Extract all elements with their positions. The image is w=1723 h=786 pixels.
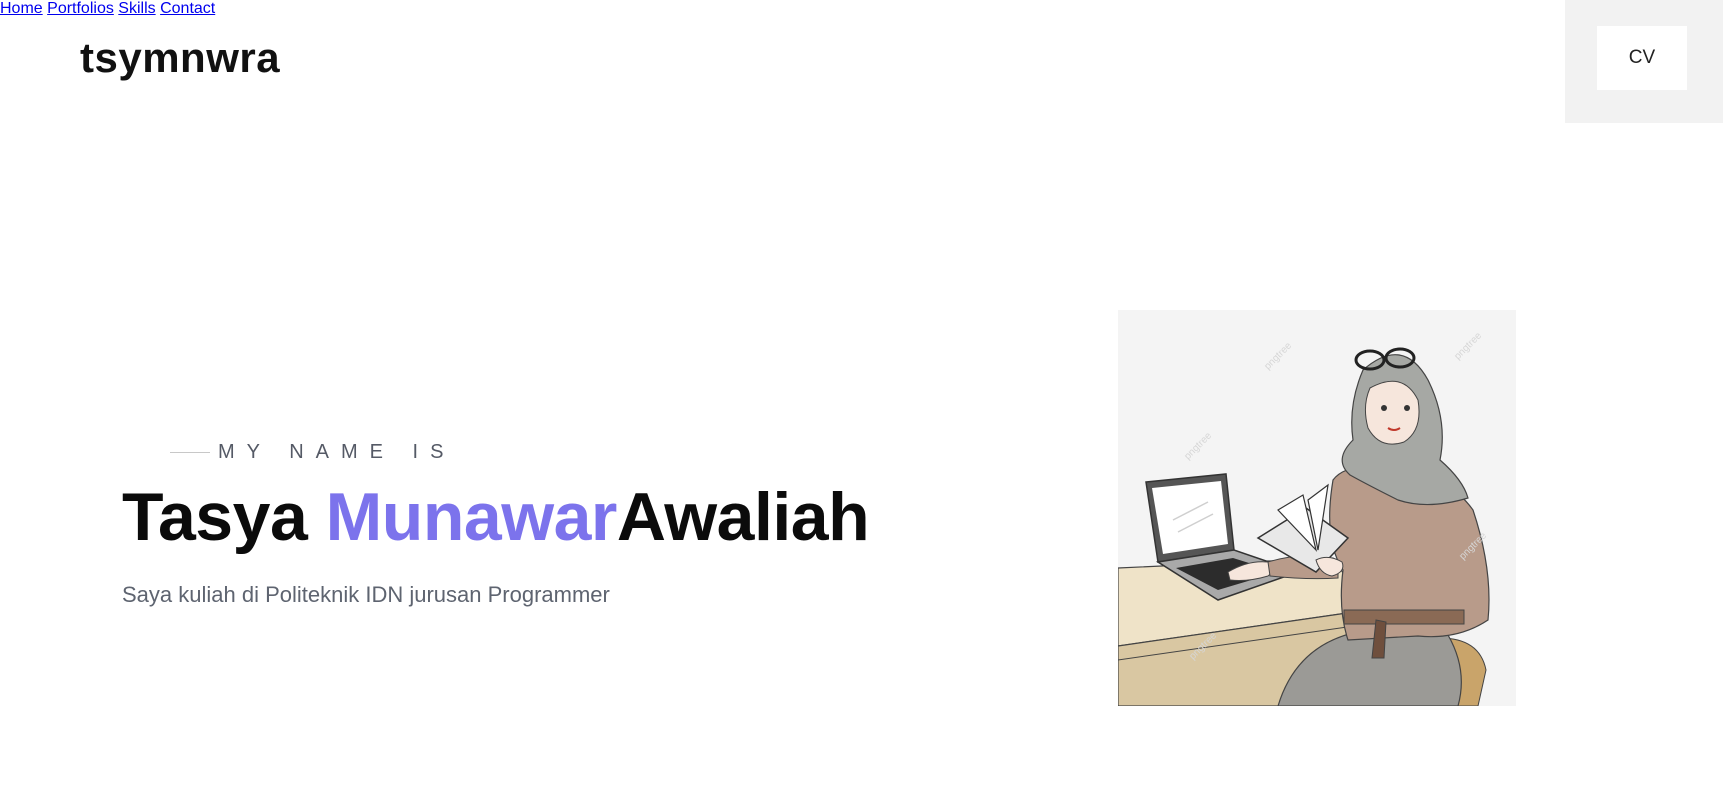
hero-description: Saya kuliah di Politeknik IDN jurusan Pr… xyxy=(122,582,610,607)
nav-contact[interactable]: Contact xyxy=(160,0,215,17)
svg-text:pngtree: pngtree xyxy=(1262,340,1294,372)
name-last: Awaliah xyxy=(616,479,870,555)
cv-button[interactable]: CV xyxy=(1597,26,1687,90)
nav-home[interactable]: Home xyxy=(0,0,43,17)
svg-text:pngtree: pngtree xyxy=(1452,330,1484,362)
eyebrow: MY NAME IS xyxy=(170,441,455,464)
name-accent: Munawar xyxy=(325,479,618,555)
page: tsymnwra Home Portfolios Skills Contact … xyxy=(0,0,1723,786)
brand-logo[interactable]: tsymnwra xyxy=(80,34,280,82)
nav-portfolios[interactable]: Portfolios xyxy=(47,0,114,17)
nav-skills[interactable]: Skills xyxy=(118,0,155,17)
svg-text:pngtree: pngtree xyxy=(1182,430,1214,462)
eyebrow-text: MY NAME IS xyxy=(218,441,456,463)
eyebrow-divider xyxy=(170,452,210,453)
hero-name: Tasya MunawarAwaliah xyxy=(122,478,870,556)
cv-panel: CV xyxy=(1565,0,1723,123)
main-nav: Home Portfolios Skills Contact xyxy=(0,0,1723,18)
name-first: Tasya xyxy=(122,479,326,555)
woman-with-laptop-illustration: pngtree pngtree pngtree pngtree pngtree xyxy=(1118,310,1516,706)
